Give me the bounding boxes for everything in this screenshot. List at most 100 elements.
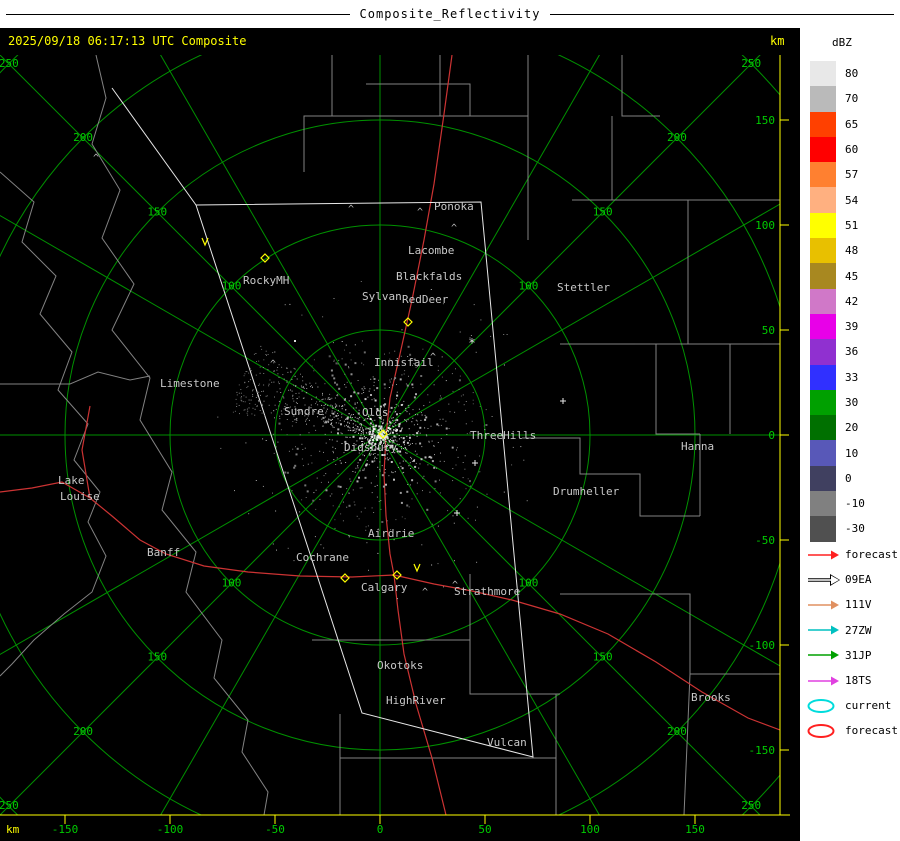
colorbar-value-label: -30 — [845, 522, 865, 536]
ring-distance-label: 150 — [147, 205, 167, 218]
legend-arrow-icon — [808, 650, 839, 660]
colorbar-value-label: 39 — [845, 320, 859, 334]
ring-distance-label: 150 — [593, 205, 613, 218]
right-axis-unit-label: km — [770, 34, 785, 48]
caret-marker: ^ — [451, 223, 457, 234]
legend-arrow-icon — [808, 600, 839, 610]
svg-text:^: ^ — [417, 207, 423, 218]
colorbar-row: 42 — [810, 288, 865, 314]
legend-arrow-icon — [808, 573, 840, 586]
ring-distance-label: 250 — [0, 799, 19, 812]
right-axis-tick-label: -150 — [749, 744, 776, 757]
status-bar: 2025/09/18 06:17:13 UTC Composite km — [0, 28, 800, 54]
colorbar-row: 54 — [810, 187, 865, 213]
colorbar-swatch — [810, 364, 836, 390]
caret-marker: ^ — [270, 359, 276, 370]
colorbar-swatch — [810, 415, 836, 441]
legend-label: 09EA — [845, 573, 872, 587]
legend-row: current — [806, 693, 898, 718]
colorbar-swatch — [810, 263, 836, 289]
caret-marker: ^ — [93, 153, 99, 164]
colorbar-row: 30 — [810, 389, 865, 416]
site-markers: *^^ ^^^^^^ — [93, 153, 566, 598]
colorbar-row: 45 — [810, 263, 865, 289]
legend-row: forecast — [806, 542, 898, 567]
bottom-axis-tick-label: 0 — [377, 823, 384, 836]
arrow-down-marker — [413, 563, 421, 573]
ring-distance-label: 200 — [667, 131, 687, 144]
right-axis-tick-label: 150 — [755, 114, 775, 127]
arrow-down-marker — [201, 237, 209, 247]
caret-marker: ^ — [417, 207, 423, 218]
colorbar-swatch — [810, 440, 836, 466]
legend-arrow-icon — [808, 550, 839, 560]
radar-map-display: *^^ ^^^^^^ PonokaLacombeBlackfaldsSylvan R… — [0, 55, 790, 836]
colorbar-value-label: 30 — [845, 396, 859, 409]
plus-marker — [560, 398, 566, 404]
title-bar: Composite_Reflectivity — [0, 0, 900, 28]
city-label: Banff — [147, 546, 180, 559]
right-axis-tick-label: 0 — [768, 429, 775, 442]
legend-row: 18TS — [806, 668, 898, 693]
colorbar-row: 70 — [810, 86, 865, 112]
colorbar-title: dBZ — [832, 36, 852, 49]
colorbar-value-label: 0 — [845, 471, 852, 485]
legend-label: forecast — [845, 724, 898, 738]
city-label: Olds — [362, 406, 389, 419]
city-label: Didsbury — [344, 441, 397, 454]
ring-distance-label: 250 — [0, 57, 19, 70]
city-label: Limestone — [160, 377, 220, 390]
city-label: Airdrie — [368, 527, 414, 540]
colorbar-swatch — [810, 187, 836, 213]
radial-line-225deg — [0, 434, 381, 815]
radar-application-window: Composite_Reflectivity 2025/09/18 06:17:… — [0, 0, 900, 841]
colorbar-row: 48 — [810, 238, 865, 264]
colorbar-swatch — [810, 86, 836, 112]
ring-distance-label: 200 — [73, 131, 93, 144]
legend-row: forecast — [806, 718, 898, 743]
ring-distance-label: 250 — [741, 799, 761, 812]
city-label: Cochrane — [296, 551, 349, 564]
city-label: Ponoka — [434, 200, 474, 213]
ring-distance-label: 150 — [147, 651, 167, 664]
svg-text:^: ^ — [348, 204, 354, 215]
ring-distance-label: 200 — [667, 725, 687, 738]
svg-text:^: ^ — [93, 153, 99, 164]
colorbar-row: 33 — [810, 364, 865, 390]
legend-label: 31JP — [845, 648, 872, 662]
colorbar-row: 51 — [810, 212, 865, 239]
right-axis-tick-label: 50 — [762, 324, 775, 337]
plus-marker — [472, 460, 478, 466]
legend-label: current — [845, 699, 892, 713]
colorbar-value-label: 48 — [845, 244, 859, 258]
colorbar-swatch — [810, 465, 836, 492]
ring-distance-label: 150 — [593, 651, 613, 664]
ring-distance-label: 100 — [222, 576, 242, 589]
legend-panel: dBZ 80 70 65 60 57 54 51 48 45 42 39 36 33 30 20 10 0 -10… — [800, 28, 900, 841]
colorbar-row: -30 — [810, 516, 865, 542]
colorbar-row: 65 — [810, 111, 865, 137]
right-axis-tick-label: -50 — [755, 534, 775, 547]
colorbar-row: 57 — [810, 162, 865, 188]
symbol-legend: forecast 09EA 111V 27ZW 31JP 18TS current forec… — [806, 542, 898, 744]
colorbar-row: -10 — [810, 491, 865, 517]
dot-marker — [294, 340, 296, 342]
colorbar-swatch — [810, 516, 836, 542]
colorbar-swatch — [810, 238, 836, 264]
title-rule-right — [550, 13, 895, 15]
colorbar-value-label: 45 — [845, 269, 859, 283]
colorbar-swatch — [810, 61, 836, 87]
city-label: RockyMH — [243, 274, 289, 287]
caret-marker: ^ — [348, 204, 354, 215]
legend-arrow-icon — [808, 625, 839, 635]
bottom-axis-tick-label: -150 — [52, 823, 79, 836]
colorbar-swatch — [810, 136, 836, 163]
colorbar-swatch — [810, 389, 836, 416]
ring-distance-label: 100 — [519, 576, 539, 589]
colorbar-row: 60 — [810, 136, 865, 163]
colorbar-row: 20 — [810, 415, 865, 441]
legend-ellipse-icon — [807, 723, 835, 738]
legend-label: 111V — [845, 598, 872, 612]
radial-line-240deg — [0, 434, 381, 655]
colorbar-swatch — [810, 491, 836, 517]
